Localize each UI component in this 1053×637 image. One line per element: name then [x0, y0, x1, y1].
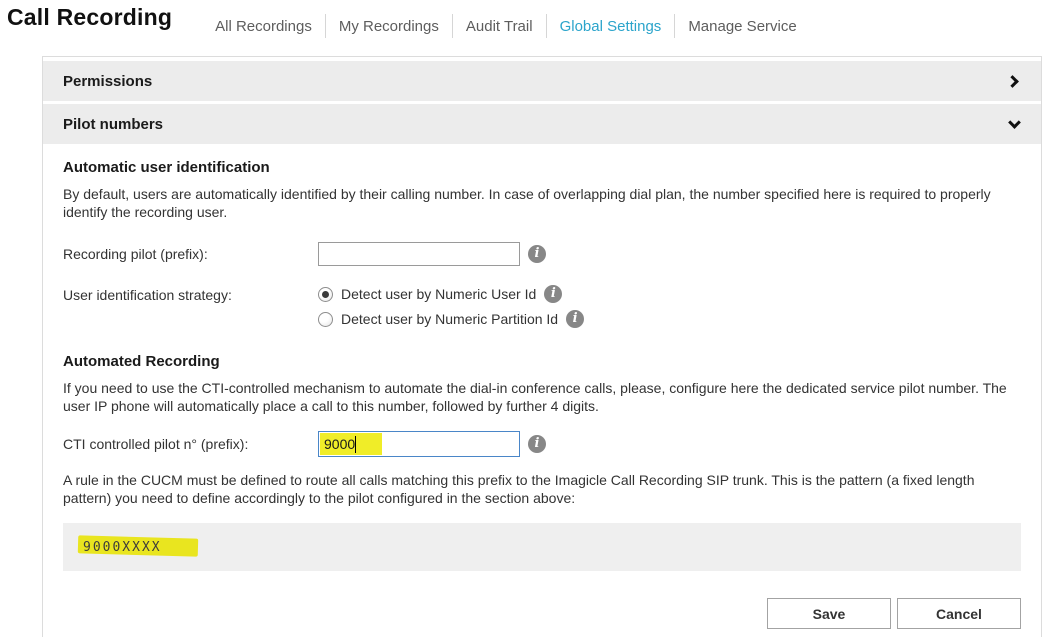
- info-icon[interactable]: i: [528, 435, 546, 453]
- recording-pilot-row: Recording pilot (prefix): i: [63, 242, 1021, 266]
- settings-panel: Permissions Pilot numbers Automatic user…: [42, 56, 1042, 637]
- form-actions: Save Cancel: [43, 598, 1021, 629]
- text-caret: [355, 436, 356, 453]
- nav-manage-service[interactable]: Manage Service: [675, 16, 809, 37]
- automated-recording-heading: Automated Recording: [63, 353, 1021, 370]
- radio-detect-numeric-partition-id[interactable]: Detect user by Numeric Partition Id i: [318, 310, 584, 328]
- cti-pilot-value: 9000: [324, 436, 355, 452]
- info-icon[interactable]: i: [528, 245, 546, 263]
- cti-pilot-input[interactable]: 9000: [318, 431, 520, 457]
- strategy-options: Detect user by Numeric User Id i Detect …: [318, 285, 584, 328]
- accordion-pilot-numbers[interactable]: Pilot numbers: [43, 104, 1041, 144]
- user-identification-strategy-row: User identification strategy: Detect use…: [63, 287, 1021, 328]
- accordion-permissions-title: Permissions: [63, 73, 152, 90]
- chevron-right-icon: [1006, 75, 1019, 88]
- user-identification-strategy-label: User identification strategy:: [63, 287, 318, 303]
- nav-my-recordings[interactable]: My Recordings: [326, 16, 452, 37]
- accordion-pilot-numbers-title: Pilot numbers: [63, 116, 163, 133]
- cti-pilot-label: CTI controlled pilot n° (prefix):: [63, 436, 318, 452]
- nav-global-settings[interactable]: Global Settings: [547, 16, 675, 37]
- info-icon[interactable]: i: [544, 285, 562, 303]
- cucm-note: A rule in the CUCM must be defined to ro…: [63, 472, 1021, 507]
- nav-all-recordings[interactable]: All Recordings: [202, 16, 325, 37]
- chevron-down-icon: [1008, 116, 1021, 129]
- main-nav: All Recordings My Recordings Audit Trail…: [202, 6, 810, 38]
- radio-label: Detect user by Numeric User Id: [341, 286, 536, 302]
- app-title: Call Recording: [7, 0, 172, 31]
- radio-detect-numeric-user-id[interactable]: Detect user by Numeric User Id i: [318, 285, 584, 303]
- pilot-numbers-content: Automatic user identification By default…: [43, 159, 1041, 507]
- recording-pilot-label: Recording pilot (prefix):: [63, 246, 318, 262]
- save-button[interactable]: Save: [767, 598, 891, 629]
- info-icon[interactable]: i: [566, 310, 584, 328]
- auto-user-identification-heading: Automatic user identification: [63, 159, 1021, 176]
- radio-label: Detect user by Numeric Partition Id: [341, 311, 558, 327]
- dial-pattern: 9000XXXX: [83, 540, 162, 555]
- nav-audit-trail[interactable]: Audit Trail: [453, 16, 546, 37]
- recording-pilot-input[interactable]: [318, 242, 520, 266]
- radio-selected-icon[interactable]: [318, 287, 333, 302]
- pattern-box: 9000XXXX: [63, 523, 1021, 571]
- radio-unselected-icon[interactable]: [318, 312, 333, 327]
- cancel-button[interactable]: Cancel: [897, 598, 1021, 629]
- app-header: Call Recording All Recordings My Recordi…: [0, 0, 1053, 44]
- accordion-permissions[interactable]: Permissions: [43, 61, 1041, 101]
- cti-pilot-row: CTI controlled pilot n° (prefix): 9000 i: [63, 431, 1021, 457]
- automated-recording-description: If you need to use the CTI-controlled me…: [63, 380, 1021, 415]
- auto-user-identification-description: By default, users are automatically iden…: [63, 186, 1021, 221]
